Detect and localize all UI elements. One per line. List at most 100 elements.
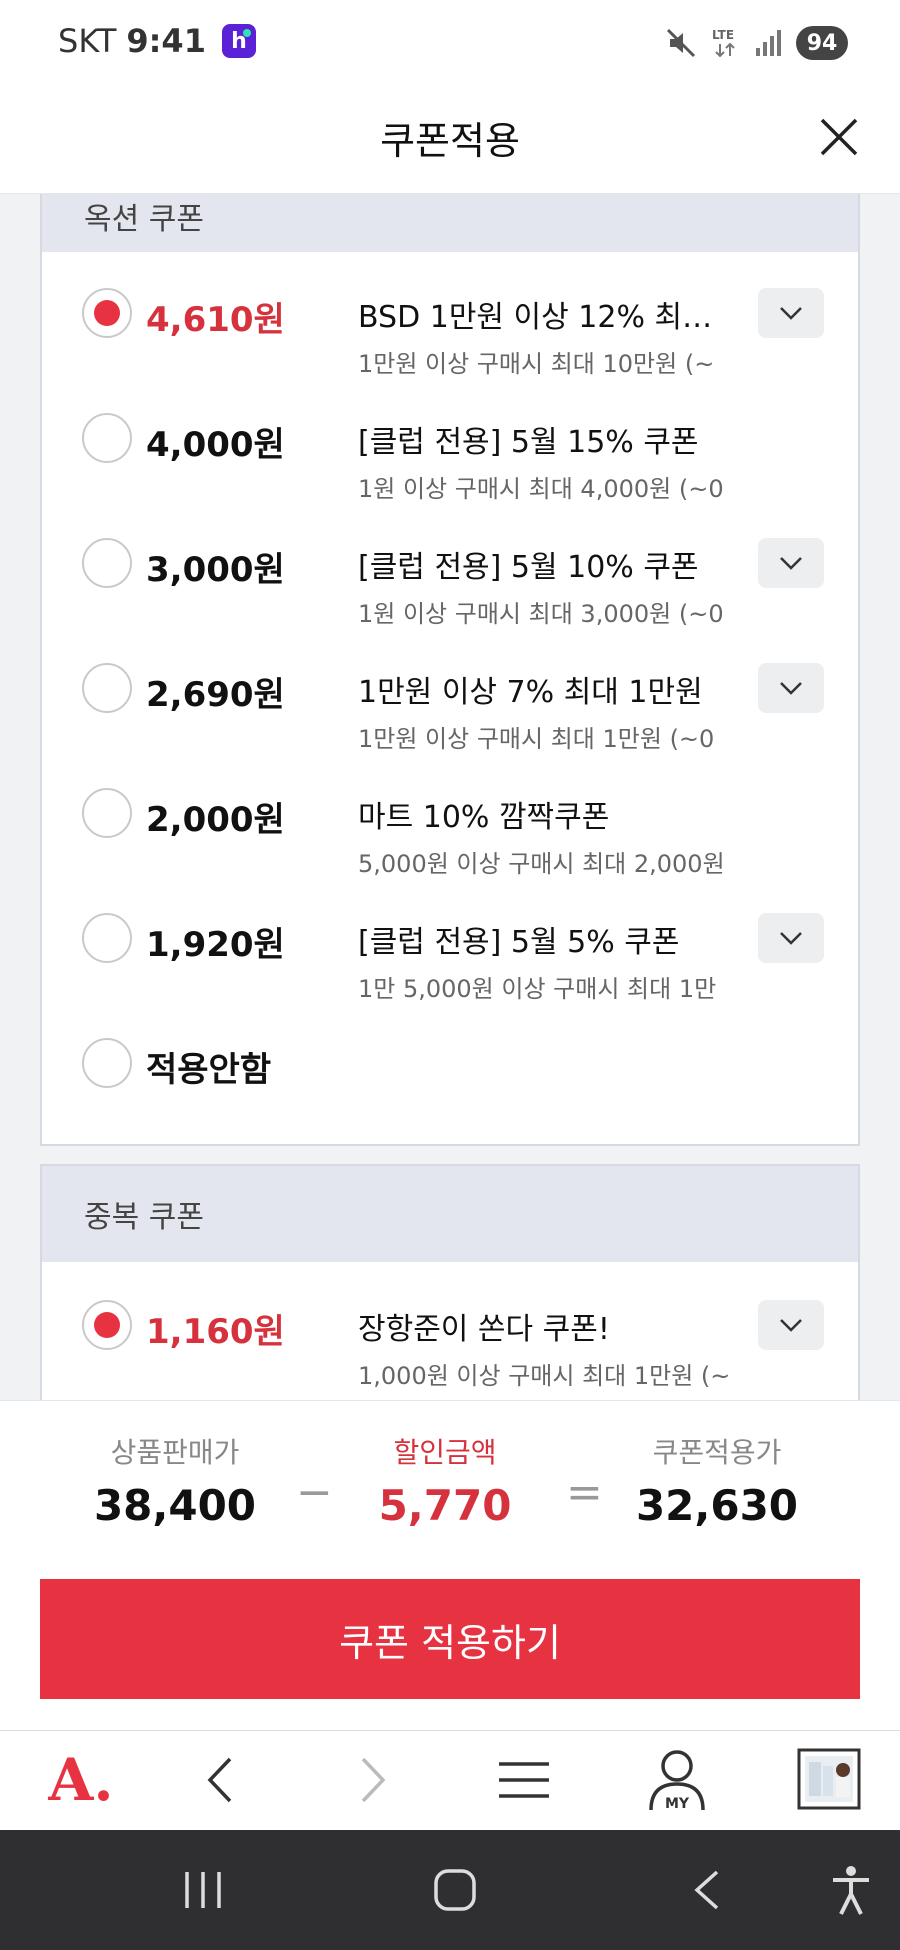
recent-product-button[interactable]: [790, 1745, 870, 1815]
expand-button[interactable]: [758, 913, 824, 963]
page-title: 쿠폰적용: [380, 119, 520, 163]
chevron-right-icon: [361, 1757, 386, 1803]
system-nav-bar: [0, 1830, 900, 1950]
duplicate-coupon-section: 중복 쿠폰 1,160원 장항준이 쏜다 쿠폰! 1,000원 이상 구매시 최…: [40, 1164, 860, 1400]
auction-logo[interactable]: A.: [36, 1745, 126, 1815]
radio-button[interactable]: [82, 1038, 132, 1088]
coupon-row[interactable]: 4,610원 BSD 1만원 이상 12% 최대 1... 1만원 이상 구매시…: [42, 288, 858, 413]
coupon-row[interactable]: 4,000원 [클럽 전용] 5월 15% 쿠폰 1원 이상 구매시 최대 4,…: [42, 413, 858, 538]
option-coupon-section: 옥션 쿠폰 4,610원 BSD 1만원 이상 12% 최대 1... 1만원 …: [40, 194, 860, 1146]
signal-icon: [756, 30, 781, 56]
coupon-description: 1원 이상 구매시 최대 4,000원 (~0: [358, 475, 724, 503]
section-header: 옥션 쿠폰: [42, 194, 858, 252]
coupon-description: 1만원 이상 구매시 최대 10만원 (~: [358, 350, 715, 378]
chevron-down-icon: [780, 307, 802, 320]
close-icon: [820, 118, 858, 156]
forward-button[interactable]: [333, 1745, 413, 1815]
coupon-row[interactable]: 2,690원 1만원 이상 7% 최대 1만원 1만원 이상 구매시 최대 1만…: [42, 663, 858, 788]
recent-apps-icon: [185, 1872, 221, 1908]
coupon-description: 1만원 이상 구매시 최대 1만원 (~0: [358, 725, 715, 753]
radio-button[interactable]: [82, 663, 132, 713]
battery-icon: 94: [796, 26, 848, 60]
back-button[interactable]: [180, 1745, 260, 1815]
radio-button-selected[interactable]: [82, 288, 132, 338]
chevron-down-icon: [780, 557, 802, 570]
chevron-down-icon: [780, 1319, 802, 1332]
coupon-title: [클럽 전용] 5월 5% 쿠폰: [358, 925, 680, 960]
menu-icon: [499, 1762, 549, 1798]
discount-value: 5,770: [378, 1481, 512, 1530]
coupon-amount: 2,000원: [146, 800, 285, 840]
coupon-row[interactable]: 3,000원 [클럽 전용] 5월 10% 쿠폰 1원 이상 구매시 최대 3,…: [42, 538, 858, 663]
coupon-description: 1만 5,000원 이상 구매시 최대 1만: [358, 975, 717, 1003]
accessibility-button[interactable]: [816, 1860, 886, 1920]
my-page-button[interactable]: MY: [637, 1745, 717, 1815]
discount-label: 할인금액: [393, 1436, 497, 1469]
radio-button[interactable]: [82, 538, 132, 588]
header: 쿠폰적용: [0, 92, 900, 194]
coupon-row[interactable]: 2,000원 마트 10% 깜짝쿠폰 5,000원 이상 구매시 최대 2,00…: [42, 788, 858, 913]
coupon-title: BSD 1만원 이상 12% 최대 1...: [358, 300, 738, 335]
coupon-title: 장항준이 쏜다 쿠폰!: [358, 1312, 610, 1347]
section-title: 중복 쿠폰: [84, 1200, 204, 1235]
system-back-button[interactable]: [672, 1860, 742, 1920]
expand-button[interactable]: [758, 288, 824, 338]
user-icon: MY: [649, 1750, 705, 1812]
expand-button[interactable]: [758, 538, 824, 588]
radio-button[interactable]: [82, 913, 132, 963]
back-icon: [694, 1870, 719, 1910]
product-thumbnail-icon: [797, 1748, 861, 1810]
radio-button[interactable]: [82, 413, 132, 463]
expand-button[interactable]: [758, 663, 824, 713]
coupon-title: 마트 10% 깜짝쿠폰: [358, 800, 610, 835]
coupon-title: [클럽 전용] 5월 10% 쿠폰: [358, 550, 699, 585]
coupon-amount: 1,160원: [146, 1312, 285, 1352]
radio-button-selected[interactable]: [82, 1300, 132, 1350]
coupon-description: 1원 이상 구매시 최대 3,000원 (~0: [358, 600, 724, 628]
status-left: SKT 9:41 h: [58, 22, 256, 60]
my-label: MY: [665, 1796, 690, 1812]
no-coupon-label: 적용안함: [146, 1050, 272, 1090]
coupon-title: [클럽 전용] 5월 15% 쿠폰: [358, 425, 699, 460]
coupon-row[interactable]: 1,920원 [클럽 전용] 5월 5% 쿠폰 1만 5,000원 이상 구매시…: [42, 913, 858, 1038]
close-button[interactable]: [814, 112, 864, 162]
coupon-amount: 3,000원: [146, 550, 285, 590]
status-bar: SKT 9:41 h LTE 94: [0, 0, 900, 92]
svg-text:LTE: LTE: [712, 28, 734, 42]
status-right: LTE 94: [664, 26, 848, 60]
radio-button[interactable]: [82, 788, 132, 838]
sale-price-label: 상품판매가: [110, 1436, 240, 1469]
menu-button[interactable]: [484, 1745, 564, 1815]
coupon-amount: 2,690원: [146, 675, 285, 715]
browser-toolbar: A. MY: [0, 1730, 900, 1830]
app-notification-icon: h: [221, 24, 256, 58]
chevron-left-icon: [207, 1757, 232, 1803]
minus-sign: −: [296, 1467, 333, 1518]
expand-button[interactable]: [758, 1300, 824, 1350]
apply-coupon-button[interactable]: 쿠폰 적용하기: [40, 1579, 860, 1699]
section-header: 중복 쿠폰: [42, 1166, 858, 1262]
sale-price-value: 38,400: [93, 1481, 257, 1530]
discount-amount: 할인금액 5,770: [340, 1431, 550, 1530]
carrier-label: SKT: [58, 22, 117, 60]
final-price-value: 32,630: [635, 1481, 799, 1530]
coupon-amount: 4,000원: [146, 425, 285, 465]
lte-icon: LTE: [712, 28, 735, 58]
home-button[interactable]: [420, 1860, 490, 1920]
coupon-list-scroll[interactable]: 옥션 쿠폰 4,610원 BSD 1만원 이상 12% 최대 1... 1만원 …: [0, 194, 900, 1400]
sale-price: 상품판매가 38,400: [70, 1431, 280, 1530]
final-price: 쿠폰적용가 32,630: [612, 1431, 822, 1530]
coupon-row[interactable]: 1,160원 장항준이 쏜다 쿠폰! 1,000원 이상 구매시 최대 1만원 …: [42, 1300, 858, 1400]
coupon-description: 1,000원 이상 구매시 최대 1만원 (~: [358, 1362, 731, 1390]
final-price-label: 쿠폰적용가: [652, 1436, 782, 1469]
recent-apps-button[interactable]: [168, 1860, 238, 1920]
section-title: 옥션 쿠폰: [84, 202, 204, 237]
mute-icon: [666, 28, 696, 58]
badge-dot: [242, 29, 251, 37]
coupon-amount: 1,920원: [146, 925, 285, 965]
price-summary: 상품판매가 38,400 − 할인금액 5,770 = 쿠폰적용가 32,630…: [0, 1400, 900, 1730]
clock: 9:41: [126, 22, 206, 60]
coupon-row-none[interactable]: 적용안함: [42, 1038, 858, 1163]
chevron-down-icon: [780, 682, 802, 695]
equals-sign: =: [566, 1467, 603, 1518]
